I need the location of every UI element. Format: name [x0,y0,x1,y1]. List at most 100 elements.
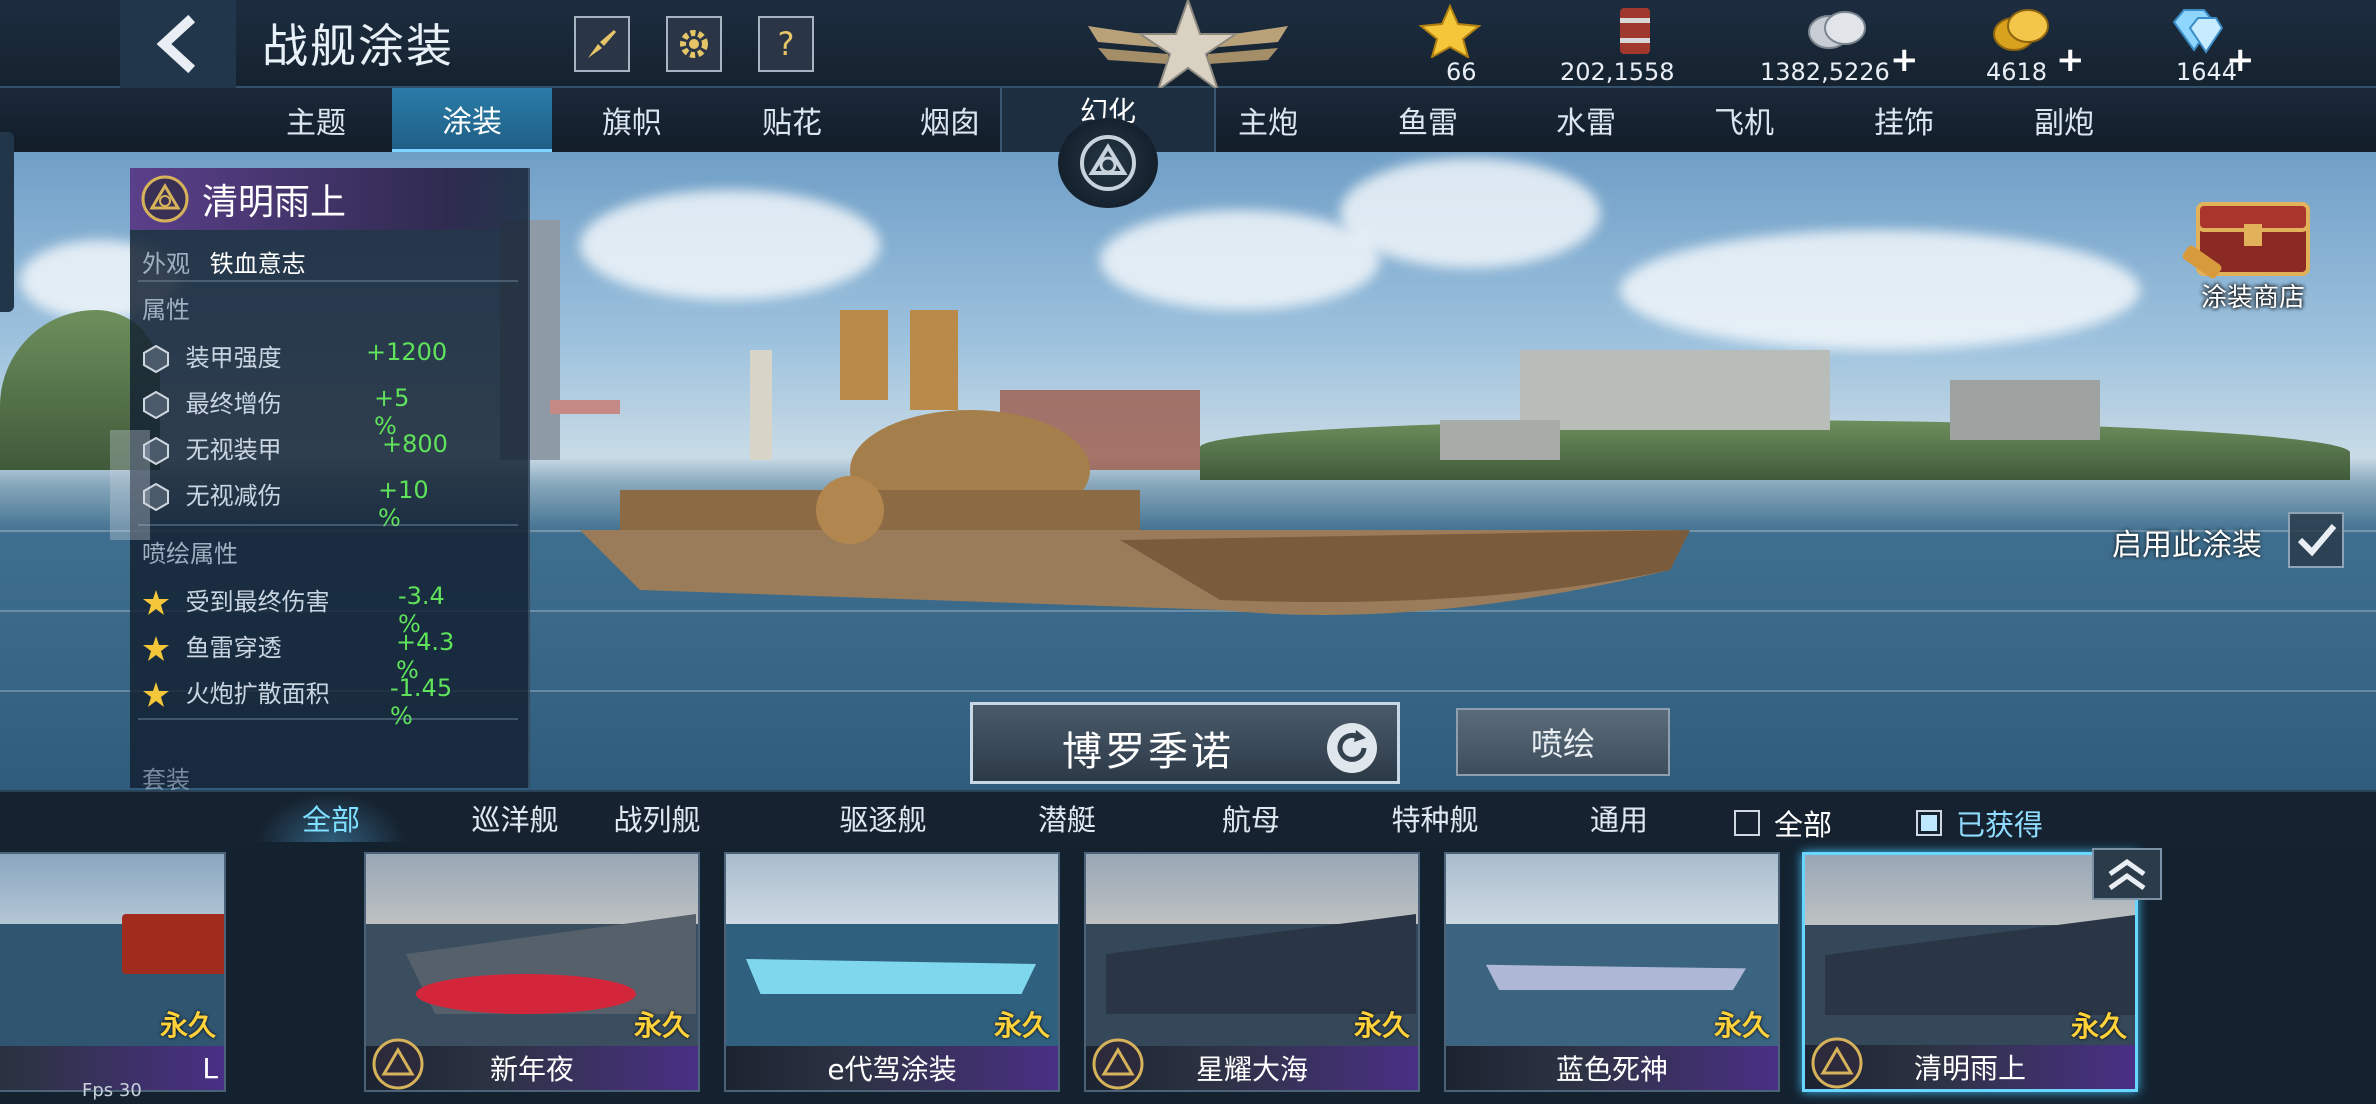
spray-attribute-label: 火炮扩散面积 [185,680,330,708]
panel-collapse-handle[interactable] [110,430,150,540]
attribute-row: 无视减伤 +10 % [142,476,429,532]
cloud [580,190,880,300]
top-bar: 战舰涂装 ? 66 202,1558 1382,5226 + 4618 + 16… [0,0,2376,93]
spray-attributes-title: 喷绘属性 [142,540,238,568]
settings-button[interactable] [666,16,722,72]
filter-battleship[interactable]: 战列舰 [582,792,732,844]
skin-card-selected[interactable]: 永久 清明雨上 [1802,852,2138,1092]
attribute-row: 无视装甲 +800 [142,430,448,465]
permanent-badge: 永久 [993,1009,1050,1042]
side-drawer-handle[interactable] [0,132,14,312]
resource-value: 1382,5226 [1760,58,1890,86]
skin-card[interactable]: 永久 新年夜 [364,852,700,1092]
appearance-value: 铁血意志 [209,250,306,278]
treasure-chest-icon [2182,202,2310,279]
ship-name: 博罗季诺 [1062,729,1234,775]
spray-button[interactable]: 喷绘 [1456,708,1670,776]
resource-value: 202,1558 [1560,58,1675,86]
filter-special[interactable]: 特种舰 [1360,792,1510,844]
checkbox-box [1916,810,1942,836]
permanent-badge: 永久 [1353,1009,1410,1042]
resource-value: 4618 [1986,58,2048,86]
add-diamond-button[interactable]: + [2226,40,2255,80]
permanent-badge: 永久 [633,1009,690,1042]
oil-barrel-icon [1620,8,1650,54]
switch-ship-button[interactable] [1327,723,1377,773]
ship-thumbnail [122,914,224,974]
tab-mine[interactable]: 水雷 [1506,88,1666,152]
skin-card-strip[interactable]: 永久 L 永久 新年夜 永久 e代驾涂装 永久 星耀大海 永久 蓝色死神 永久 … [0,842,2376,1104]
filter-all[interactable]: 全部 [256,792,406,844]
ship-name-bar: 博罗季诺 [970,702,1400,784]
add-gold-button[interactable]: + [2056,40,2085,80]
card-name: e代驾涂装 [827,1053,957,1086]
transform-icon [1080,135,1136,191]
filter-submarine[interactable]: 潜艇 [992,792,1142,844]
attribute-row: 最终增伤 +5 % [142,384,409,440]
show-owned-checkbox[interactable]: 已获得 [1916,802,2043,844]
card-name: 蓝色死神 [1555,1053,1668,1086]
skin-card[interactable]: 永久 L [0,852,226,1092]
spray-attribute-value: -1.45 % [390,674,453,730]
skin-card[interactable]: 永久 星耀大海 [1084,852,1420,1092]
tab-secondary-gun[interactable]: 副炮 [1984,88,2144,152]
back-button[interactable] [120,0,236,88]
brush-icon [588,30,616,58]
spray-attribute-row: 鱼雷穿透 +4.3 % [142,628,454,684]
filter-general[interactable]: 通用 [1544,792,1694,844]
attribute-label: 装甲强度 [185,344,282,372]
tab-decal[interactable]: 贴花 [712,88,872,152]
rank-emblem [1088,0,1288,93]
back-arrow-icon [156,14,196,74]
tab-theme[interactable]: 主题 [236,88,396,152]
tab-flag[interactable]: 旗帜 [552,88,712,152]
fps-counter: Fps 30 [82,1080,142,1101]
transform-skin-icon [372,1038,424,1090]
tab-torpedo[interactable]: 鱼雷 [1348,88,1508,152]
tab-aircraft[interactable]: 飞机 [1664,88,1824,152]
skin-card[interactable]: 永久 e代驾涂装 [724,852,1060,1092]
filter-carrier[interactable]: 航母 [1176,792,1326,844]
help-button[interactable]: ? [758,16,814,72]
tab-paint[interactable]: 涂装 [392,88,552,152]
appearance-label: 外观 [142,250,190,278]
help-icon: ? [777,25,795,63]
skin-card[interactable]: 永久 蓝色死神 [1444,852,1780,1092]
skin-title-bar: 清明雨上 [130,168,528,230]
paint-shop-button[interactable]: 涂装商店 [2178,184,2328,314]
cloud [1100,210,1380,310]
transform-skin-icon [141,175,189,223]
enable-skin-label: 启用此涂装 [2112,528,2262,563]
enable-skin-checkbox[interactable] [2288,512,2344,568]
spray-attribute-label: 受到最终伤害 [185,588,330,616]
checkmark-icon [2297,524,2337,557]
ship-type-filter-bar: 全部 巡洋舰 战列舰 驱逐舰 潜艇 航母 特种舰 通用 全部 已获得 [0,790,2376,844]
resource-value: 66 [1446,58,1477,86]
diamond-icon [2172,9,2224,54]
transform-skin-icon [1811,1037,1863,1089]
transform-button[interactable] [1058,118,1158,208]
refresh-icon [1337,730,1367,762]
show-all-checkbox[interactable]: 全部 [1734,802,1832,844]
card-name: 星耀大海 [1195,1053,1308,1086]
attribute-label: 无视装甲 [185,436,282,464]
add-silver-button[interactable]: + [1890,40,1919,80]
spray-attribute-row: 火炮扩散面积 -1.45 % [142,674,452,730]
cloud [1340,158,1600,268]
star-icon [143,636,169,661]
filter-destroyer[interactable]: 驱逐舰 [808,792,958,844]
permanent-badge: 永久 [2070,1010,2127,1043]
spray-attribute-row: 受到最终伤害 -3.4 % [142,582,445,638]
filter-cruiser[interactable]: 巡洋舰 [440,792,590,844]
card-footer: e代驾涂装 [726,1046,1058,1090]
skin-name: 清明雨上 [202,182,347,223]
resource-star: 66 [1410,3,1490,86]
gold-coins-icon [1993,9,2049,51]
collapse-strip-button[interactable] [2092,848,2162,900]
brush-button[interactable] [574,16,630,72]
permanent-badge: 永久 [1713,1009,1770,1042]
resource-oil: 202,1558 [1560,4,1710,86]
tab-ornament[interactable]: 挂饰 [1824,88,1984,152]
card-name: L [202,1051,218,1085]
attribute-label: 无视减伤 [185,482,282,510]
